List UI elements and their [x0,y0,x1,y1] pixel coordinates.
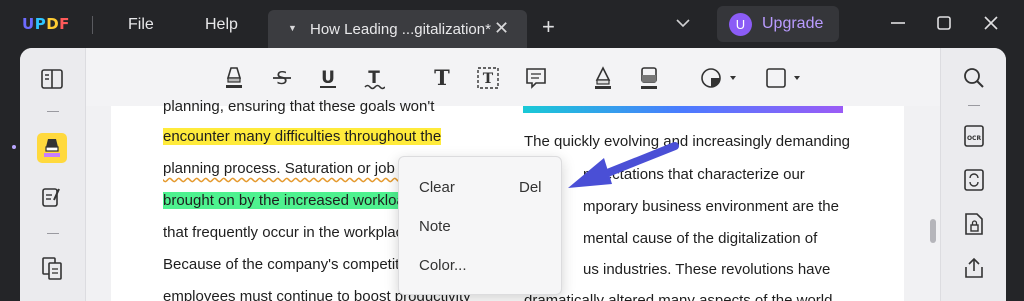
eraser-button[interactable] [635,64,663,92]
text-line: planning, ensuring that these goals won'… [163,98,435,115]
menu-file[interactable]: File [128,16,154,34]
convert-icon[interactable] [963,168,985,192]
text-icon: T [434,66,450,90]
left-sidebar [20,48,86,301]
svg-text:U: U [321,68,335,88]
shape-button[interactable] [700,64,744,92]
eraser-icon [641,67,657,89]
app-logo: UPDF [22,15,70,33]
sidebar-divider [968,105,980,106]
textbox-icon: T [477,67,499,89]
text-line: planning process. Saturation or job ti [163,160,407,177]
upgrade-label: Upgrade [762,15,824,32]
upgrade-button[interactable]: U Upgrade [717,6,839,42]
squiggly-button[interactable]: T [360,64,388,92]
rectangle-button[interactable] [764,64,808,92]
reader-tool[interactable] [37,64,67,94]
callout-arrow-icon [568,142,679,188]
menu-item-clear[interactable]: Clear [419,179,455,196]
tab-dropdown-icon[interactable]: ▼ [288,23,297,33]
title-bar: UPDF File Help ▼ How Leading ...gitaliza… [0,0,1024,48]
scrollbar-thumb[interactable] [930,219,936,243]
right-sidebar: OCR [940,48,1006,301]
highlighted-text-line[interactable]: encounter many difficulties throughout t… [163,128,442,145]
menu-item-note[interactable]: Note [419,218,451,235]
pencil-icon [595,66,611,89]
organize-tool[interactable] [37,253,67,283]
context-menu: Clear Del Note Color... [398,156,562,295]
indicator-dot [12,145,16,149]
text-line: mporary business environment are the [583,198,839,215]
highlighter-icon [226,67,242,88]
pencil-button[interactable] [589,64,617,92]
protect-icon[interactable] [963,212,985,236]
shape-icon [701,68,736,88]
text-button[interactable]: T [428,64,456,92]
edit-tool[interactable] [37,182,67,212]
edit-icon [42,188,60,207]
chevron-down-icon[interactable] [674,14,692,32]
menu-help[interactable]: Help [205,16,238,34]
textbox-button[interactable]: T [474,64,502,92]
text-line: us industries. These revolutions have [583,261,831,278]
reader-icon [41,69,63,89]
note-button[interactable] [522,64,550,92]
svg-text:T: T [483,71,494,87]
gradient-bar [523,106,843,113]
title-separator [92,16,93,34]
shortcut-label: Del [519,179,542,196]
strikethrough-icon: S [273,68,291,89]
menu-item-color[interactable]: Color... [419,257,467,274]
sidebar-divider [47,233,59,234]
note-icon [526,68,546,89]
share-icon[interactable] [963,256,985,280]
strikethrough-button[interactable]: S [268,64,296,92]
rectangle-icon [766,68,800,88]
svg-text:OCR: OCR [967,135,982,142]
text-line: mental cause of the digitalization of [583,230,818,247]
text-line: that frequently occur in the workplac [163,224,404,241]
text-line: dramatically altered many aspects of the… [524,292,833,301]
organize-icon [42,257,62,280]
minimize-icon[interactable] [887,12,909,34]
sidebar-divider [47,111,59,112]
comment-icon [44,139,60,157]
new-tab-icon[interactable]: + [542,14,555,40]
tab-title: How Leading ...gitalization* [310,21,491,38]
highlight-button[interactable] [220,64,248,92]
maximize-icon[interactable] [933,12,955,34]
avatar: U [729,13,752,36]
underline-button[interactable]: U [314,64,342,92]
document-tab[interactable]: ▼ How Leading ...gitalization* ✕ [268,10,527,48]
text-line: Because of the company's competito [163,256,408,273]
underline-icon: U [320,68,336,88]
highlighted-text-line[interactable]: brought on by the increased workloa [163,192,405,209]
svg-text:T: T [434,66,450,90]
ocr-icon[interactable]: OCR [963,124,985,148]
close-window-icon[interactable] [980,12,1002,34]
squiggly-underline-icon: T [364,68,385,90]
comment-tool[interactable] [37,133,67,163]
close-tab-icon[interactable]: ✕ [494,18,509,39]
search-icon[interactable] [962,66,986,90]
